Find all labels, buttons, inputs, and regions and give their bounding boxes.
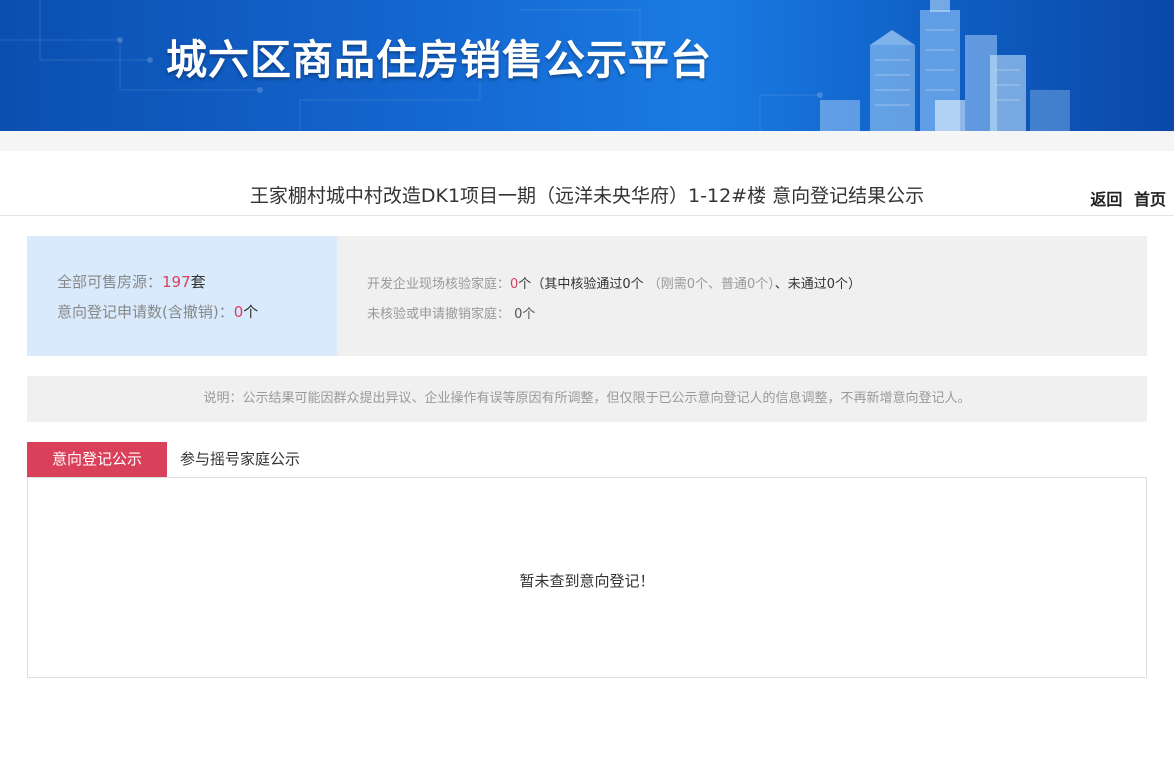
back-link[interactable]: 返回 bbox=[1090, 190, 1122, 209]
unverified-families-row: 未核验或申请撤销家庭： 0个 bbox=[367, 303, 535, 322]
available-units-row: 全部可售房源：197套 bbox=[57, 271, 206, 292]
top-nav: 返回 首页 bbox=[1084, 186, 1166, 210]
applications-row: 意向登记申请数(含撤销)：0个 bbox=[57, 301, 258, 322]
tab-intention-registration[interactable]: 意向登记公示 bbox=[27, 442, 167, 477]
unverified-label: 未核验或申请撤销家庭： bbox=[367, 307, 511, 322]
banner: 城六区商品住房销售公示平台 bbox=[0, 0, 1174, 131]
verified-families-row: 开发企业现场核验家庭：0个（其中核验通过0个 （刚需0个、普通0个）、未通过0个… bbox=[367, 273, 861, 292]
applications-value: 0 bbox=[233, 303, 244, 321]
site-title: 城六区商品住房销售公示平台 bbox=[166, 36, 712, 84]
available-units-label: 全部可售房源： bbox=[57, 273, 163, 291]
tab-lottery-families[interactable]: 参与摇号家庭公示 bbox=[180, 442, 300, 477]
banner-separator bbox=[0, 131, 1174, 151]
unverified-value: 0个 bbox=[514, 307, 536, 322]
stats-panel: 全部可售房源：197套 意向登记申请数(含撤销)：0个 开发企业现场核验家庭：0… bbox=[27, 236, 1147, 356]
results-panel: 暂未查到意向登记！ bbox=[27, 477, 1147, 678]
home-link[interactable]: 首页 bbox=[1134, 190, 1166, 209]
applications-label: 意向登记申请数(含撤销)： bbox=[57, 303, 234, 321]
available-units-unit: 套 bbox=[190, 273, 206, 291]
verified-label: 开发企业现场核验家庭： bbox=[367, 277, 511, 292]
divider bbox=[0, 215, 1174, 216]
verified-detail-close: 、未通过0个） bbox=[774, 277, 862, 292]
applications-unit: 个 bbox=[243, 303, 259, 321]
empty-message: 暂未查到意向登记！ bbox=[519, 572, 655, 590]
project-title: 王家棚村城中村改造DK1项目一期（远洋未央华府）1-12#楼 意向登记结果公示 bbox=[249, 185, 925, 207]
verified-detail-open: （其中核验通过0个 bbox=[531, 277, 644, 292]
verified-detail-mid: （刚需0个、普通0个） bbox=[647, 277, 775, 292]
verified-unit: 个 bbox=[518, 277, 532, 292]
notice-text: 说明：公示结果可能因群众提出异议、企业操作有误等原因有所调整，但仅限于已公示意向… bbox=[27, 376, 1147, 422]
available-units-value: 197 bbox=[162, 273, 191, 291]
stats-summary: 全部可售房源：197套 意向登记申请数(含撤销)：0个 bbox=[27, 236, 337, 356]
